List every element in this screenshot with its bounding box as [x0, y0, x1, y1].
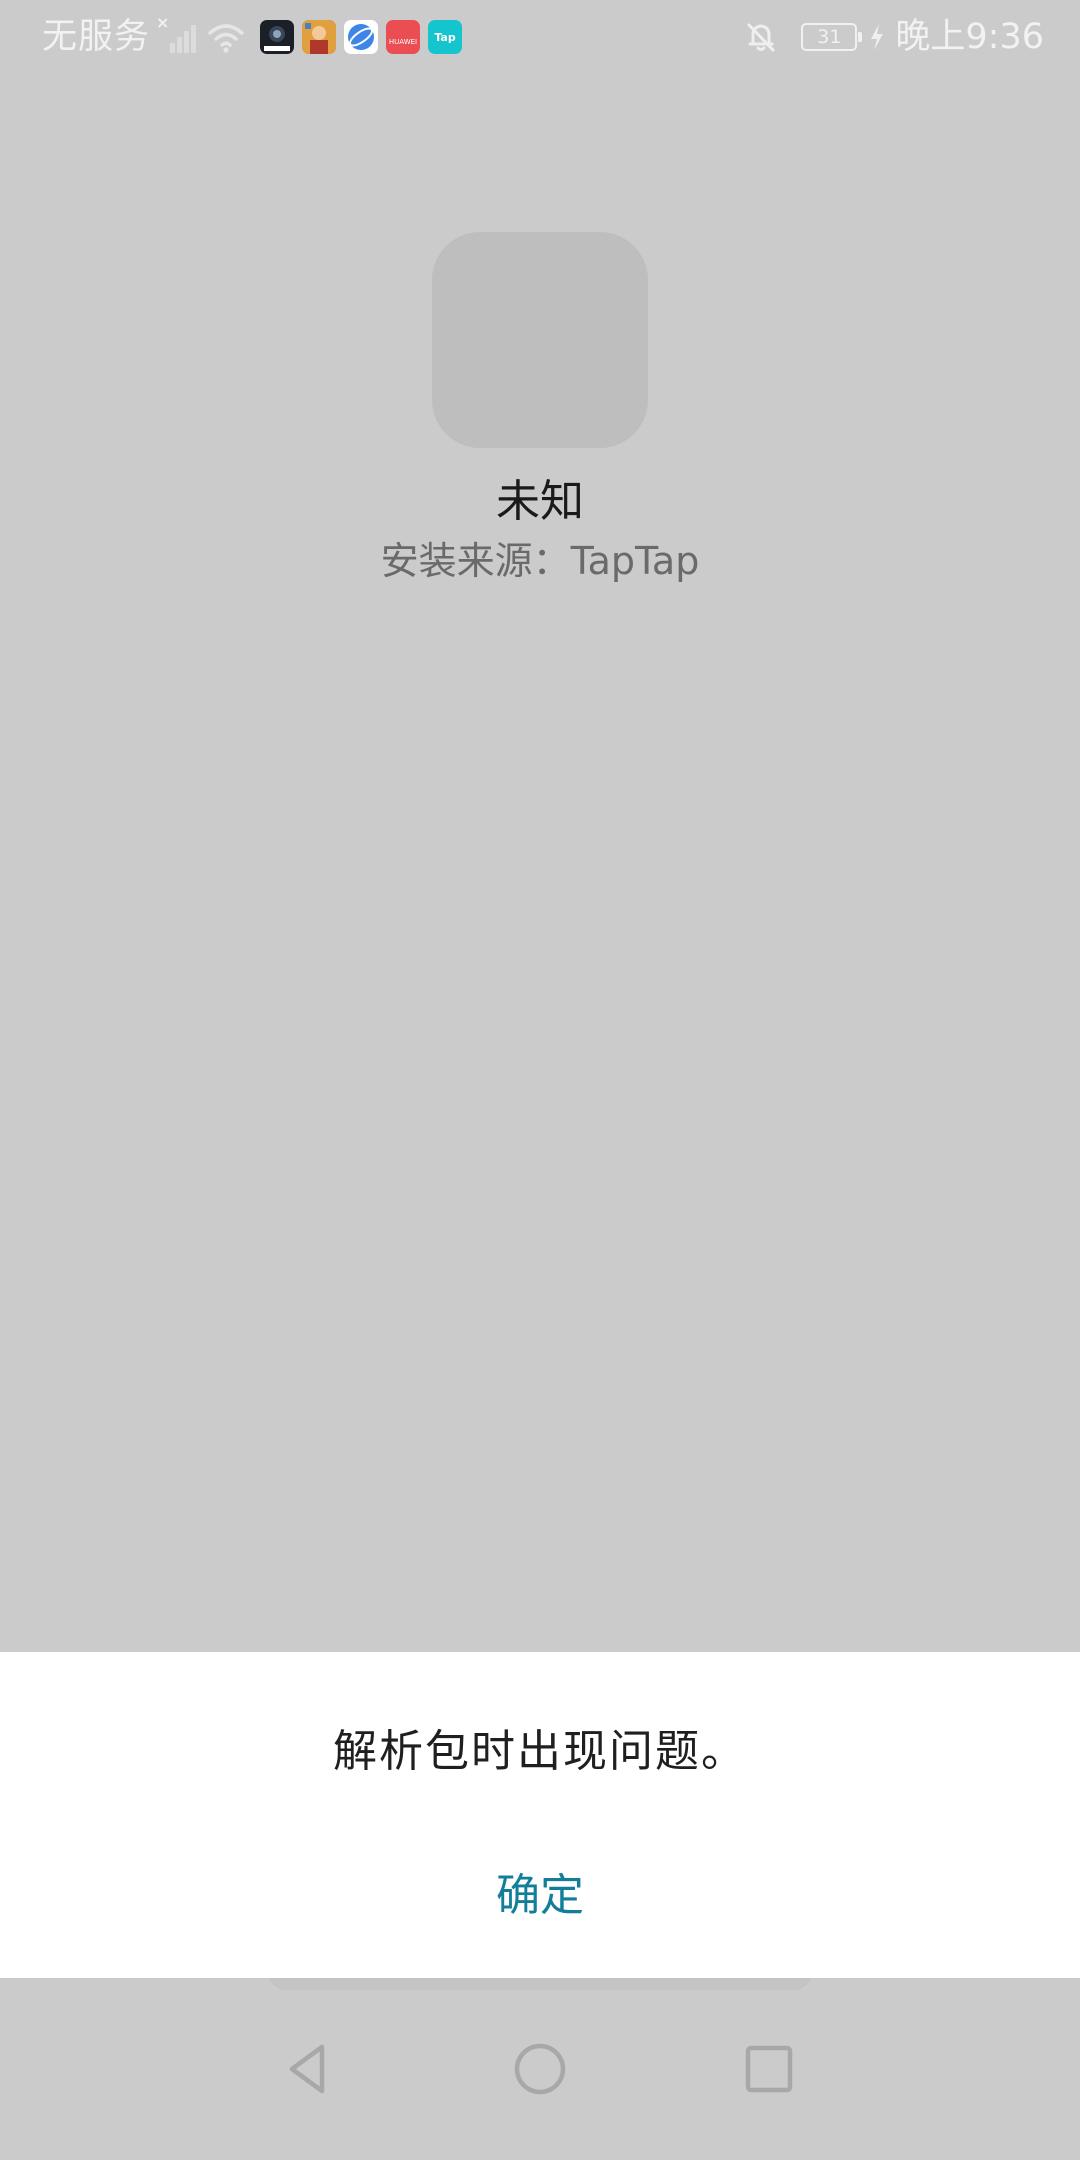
dark-app-notification-icon [260, 20, 295, 54]
charging-bolt-icon [869, 23, 885, 51]
no-signal-icon: × [156, 13, 197, 57]
taptap-notification-icon: Tap [428, 20, 463, 54]
battery-icon: 31 [801, 23, 863, 51]
app-name: 未知 [496, 476, 584, 527]
navigation-bar [0, 1980, 1080, 2160]
confirm-button[interactable]: 确定 [440, 1854, 640, 1938]
browser-notification-icon [344, 20, 379, 54]
install-source-label: 安装来源：TapTap [380, 539, 700, 583]
taptap-icon-label: Tap [434, 30, 456, 44]
bell-off-icon [743, 19, 779, 55]
square-recent-icon [742, 2042, 796, 2096]
dialog-message: 解析包时出现问题。 [333, 1726, 747, 1777]
parse-error-dialog: 解析包时出现问题。 确定 [0, 1652, 1080, 1978]
huawei-notification-icon: HUAWEI [386, 20, 421, 54]
status-bar: 无服务 × HUAWEI Tap 31 晚上9:36 [0, 0, 1080, 74]
nav-home-button[interactable] [495, 2024, 585, 2114]
game-app-notification-icon [302, 20, 337, 54]
huawei-icon-label: HUAWEI [388, 38, 418, 46]
wifi-icon [206, 17, 246, 57]
triangle-back-icon [282, 2042, 336, 2096]
circle-home-icon [513, 2042, 567, 2096]
battery-level: 31 [817, 26, 842, 48]
carrier-label: 无服务 [42, 17, 151, 57]
status-bar-right: 31 晚上9:36 [743, 14, 1044, 60]
nav-back-button[interactable] [264, 2024, 354, 2114]
nav-recent-button[interactable] [724, 2024, 814, 2114]
clock: 晚上9:36 [895, 17, 1044, 57]
placeholder-app-icon [432, 232, 648, 448]
status-bar-left: 无服务 × HUAWEI Tap [42, 13, 463, 60]
